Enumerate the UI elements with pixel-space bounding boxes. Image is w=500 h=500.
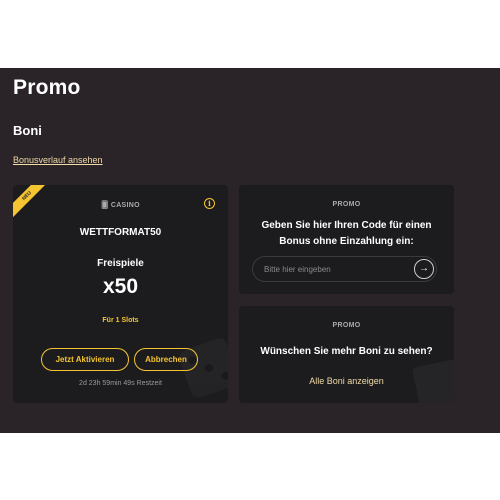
- promo-label: PROMO: [332, 322, 361, 329]
- section-title: Boni: [13, 123, 42, 138]
- more-bonuses-card: PROMO Wünschen Sie mehr Boni zu sehen? A…: [239, 306, 454, 403]
- time-remaining: 2d 23h 59min 49s Restzeit: [79, 380, 162, 387]
- bonus-type: Freispiele: [97, 258, 144, 269]
- promo-code-card: PROMO Geben Sie hier Ihren Code für eine…: [239, 185, 454, 294]
- casino-category: 🂠 CASINO: [13, 201, 228, 209]
- info-icon[interactable]: i: [204, 198, 215, 209]
- more-bonuses-heading: Wünschen Sie mehr Boni zu sehen?: [260, 346, 433, 357]
- slots-note: Für 1 Slots: [102, 317, 139, 324]
- promo-code-input[interactable]: [264, 257, 404, 281]
- activate-button[interactable]: Jetzt Aktivieren: [41, 348, 129, 371]
- show-all-bonuses-link[interactable]: Alle Boni anzeigen: [239, 376, 454, 386]
- cancel-button[interactable]: Abbrechen: [134, 348, 198, 371]
- promo-code-heading: Geben Sie hier Ihren Code für einen Bonu…: [261, 220, 432, 247]
- promo-page: Promo Boni Bonusverlauf ansehen NEU 🂠 CA…: [0, 68, 500, 433]
- bonus-code-name: WETTFORMAT50: [79, 227, 162, 238]
- promo-code-field: →: [252, 256, 437, 282]
- bonus-history-link[interactable]: Bonusverlauf ansehen: [13, 155, 103, 165]
- arrow-right-icon[interactable]: →: [414, 259, 434, 279]
- bonus-multiplier: x50: [102, 275, 139, 298]
- cards-icon: 🂠: [101, 202, 109, 209]
- category-label: CASINO: [110, 202, 140, 209]
- promo-label: PROMO: [332, 201, 361, 208]
- page-title: Promo: [13, 76, 81, 99]
- casino-bonus-card: NEU 🂠 CASINO i WETTFORMAT50 Freispiele x…: [13, 185, 228, 403]
